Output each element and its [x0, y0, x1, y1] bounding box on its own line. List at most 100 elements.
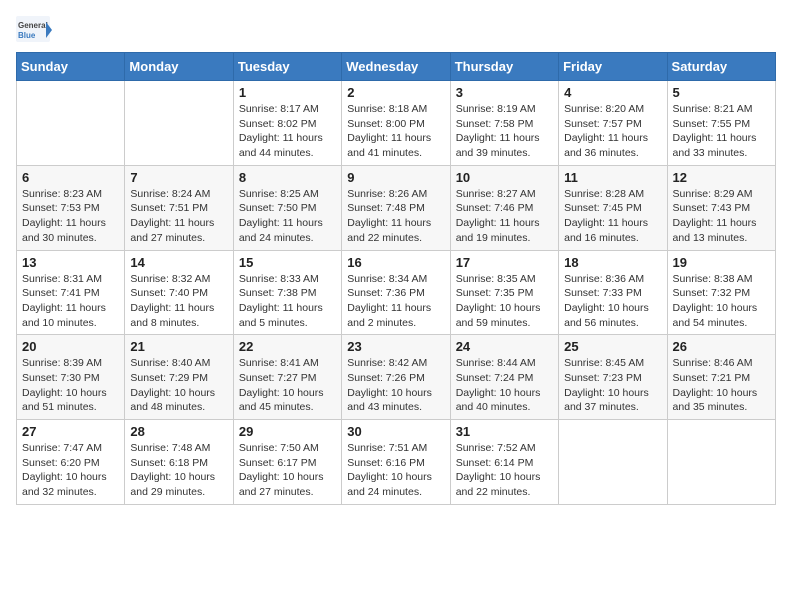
calendar-cell: 24Sunrise: 8:44 AM Sunset: 7:24 PM Dayli…	[450, 335, 558, 420]
day-info: Sunrise: 8:32 AM Sunset: 7:40 PM Dayligh…	[130, 272, 227, 331]
day-info: Sunrise: 8:19 AM Sunset: 7:58 PM Dayligh…	[456, 102, 553, 161]
day-number: 4	[564, 85, 661, 100]
day-header-monday: Monday	[125, 53, 233, 81]
calendar-cell: 6 Sunrise: 8:23 AM Sunset: 7:53 PM Daylig…	[17, 165, 125, 250]
calendar-cell: 27Sunrise: 7:47 AM Sunset: 6:20 PM Dayli…	[17, 420, 125, 505]
day-info: Sunrise: 7:51 AM Sunset: 6:16 PM Dayligh…	[347, 441, 444, 500]
day-number: 18	[564, 255, 661, 270]
day-info: Sunrise: 8:23 AM Sunset: 7:53 PM Dayligh…	[22, 187, 119, 246]
day-info: Sunrise: 8:36 AM Sunset: 7:33 PM Dayligh…	[564, 272, 661, 331]
calendar-cell: 3 Sunrise: 8:19 AM Sunset: 7:58 PM Daylig…	[450, 81, 558, 166]
calendar-cell: 9 Sunrise: 8:26 AM Sunset: 7:48 PM Daylig…	[342, 165, 450, 250]
day-info: Sunrise: 8:17 AM Sunset: 8:02 PM Dayligh…	[239, 102, 336, 161]
day-number: 2	[347, 85, 444, 100]
day-info: Sunrise: 8:27 AM Sunset: 7:46 PM Dayligh…	[456, 187, 553, 246]
days-header-row: SundayMondayTuesdayWednesdayThursdayFrid…	[17, 53, 776, 81]
day-number: 21	[130, 339, 227, 354]
week-row-1: 1 Sunrise: 8:17 AM Sunset: 8:02 PM Daylig…	[17, 81, 776, 166]
svg-text:Blue: Blue	[18, 31, 36, 40]
day-number: 31	[456, 424, 553, 439]
day-number: 8	[239, 170, 336, 185]
day-number: 12	[673, 170, 770, 185]
day-number: 5	[673, 85, 770, 100]
day-number: 6	[22, 170, 119, 185]
day-info: Sunrise: 8:33 AM Sunset: 7:38 PM Dayligh…	[239, 272, 336, 331]
calendar-cell: 16 Sunrise: 8:34 AM Sunset: 7:36 PM Dayli…	[342, 250, 450, 335]
day-number: 23	[347, 339, 444, 354]
day-info: Sunrise: 7:50 AM Sunset: 6:17 PM Dayligh…	[239, 441, 336, 500]
calendar-cell	[125, 81, 233, 166]
logo: General Blue	[16, 16, 52, 44]
day-info: Sunrise: 8:20 AM Sunset: 7:57 PM Dayligh…	[564, 102, 661, 161]
calendar-cell: 20 Sunrise: 8:39 AM Sunset: 7:30 PM Dayli…	[17, 335, 125, 420]
day-number: 24	[456, 339, 553, 354]
day-info: Sunrise: 8:41 AM Sunset: 7:27 PM Dayligh…	[239, 356, 336, 415]
calendar-cell: 7 Sunrise: 8:24 AM Sunset: 7:51 PM Daylig…	[125, 165, 233, 250]
day-info: Sunrise: 8:45 AM Sunset: 7:23 PM Dayligh…	[564, 356, 661, 415]
day-number: 26	[673, 339, 770, 354]
day-number: 11	[564, 170, 661, 185]
day-info: Sunrise: 8:24 AM Sunset: 7:51 PM Dayligh…	[130, 187, 227, 246]
calendar-cell: 23Sunrise: 8:42 AM Sunset: 7:26 PM Dayli…	[342, 335, 450, 420]
calendar-cell: 8 Sunrise: 8:25 AM Sunset: 7:50 PM Daylig…	[233, 165, 341, 250]
calendar-cell: 21 Sunrise: 8:40 AM Sunset: 7:29 PM Dayli…	[125, 335, 233, 420]
day-number: 3	[456, 85, 553, 100]
day-info: Sunrise: 8:31 AM Sunset: 7:41 PM Dayligh…	[22, 272, 119, 331]
day-info: Sunrise: 8:40 AM Sunset: 7:29 PM Dayligh…	[130, 356, 227, 415]
calendar-cell: 11Sunrise: 8:28 AM Sunset: 7:45 PM Dayli…	[559, 165, 667, 250]
calendar-cell	[17, 81, 125, 166]
week-row-4: 20 Sunrise: 8:39 AM Sunset: 7:30 PM Dayli…	[17, 335, 776, 420]
day-number: 30	[347, 424, 444, 439]
calendar-cell: 17Sunrise: 8:35 AM Sunset: 7:35 PM Dayli…	[450, 250, 558, 335]
day-info: Sunrise: 8:25 AM Sunset: 7:50 PM Dayligh…	[239, 187, 336, 246]
calendar-cell: 31Sunrise: 7:52 AM Sunset: 6:14 PM Dayli…	[450, 420, 558, 505]
calendar-cell: 26 Sunrise: 8:46 AM Sunset: 7:21 PM Dayli…	[667, 335, 775, 420]
day-number: 29	[239, 424, 336, 439]
day-header-friday: Friday	[559, 53, 667, 81]
week-row-3: 13 Sunrise: 8:31 AM Sunset: 7:41 PM Dayli…	[17, 250, 776, 335]
day-info: Sunrise: 8:26 AM Sunset: 7:48 PM Dayligh…	[347, 187, 444, 246]
calendar-cell: 29 Sunrise: 7:50 AM Sunset: 6:17 PM Dayli…	[233, 420, 341, 505]
calendar-table: SundayMondayTuesdayWednesdayThursdayFrid…	[16, 52, 776, 505]
calendar-cell: 12 Sunrise: 8:29 AM Sunset: 7:43 PM Dayli…	[667, 165, 775, 250]
day-number: 15	[239, 255, 336, 270]
day-header-wednesday: Wednesday	[342, 53, 450, 81]
day-info: Sunrise: 7:48 AM Sunset: 6:18 PM Dayligh…	[130, 441, 227, 500]
calendar-cell: 10 Sunrise: 8:27 AM Sunset: 7:46 PM Dayli…	[450, 165, 558, 250]
week-row-2: 6 Sunrise: 8:23 AM Sunset: 7:53 PM Daylig…	[17, 165, 776, 250]
day-number: 28	[130, 424, 227, 439]
day-number: 7	[130, 170, 227, 185]
calendar-cell: 30 Sunrise: 7:51 AM Sunset: 6:16 PM Dayli…	[342, 420, 450, 505]
day-number: 17	[456, 255, 553, 270]
calendar-cell: 22 Sunrise: 8:41 AM Sunset: 7:27 PM Dayli…	[233, 335, 341, 420]
calendar-cell: 1 Sunrise: 8:17 AM Sunset: 8:02 PM Daylig…	[233, 81, 341, 166]
calendar-cell: 18 Sunrise: 8:36 AM Sunset: 7:33 PM Dayli…	[559, 250, 667, 335]
day-number: 13	[22, 255, 119, 270]
day-info: Sunrise: 8:29 AM Sunset: 7:43 PM Dayligh…	[673, 187, 770, 246]
svg-text:General: General	[18, 21, 48, 30]
header: General Blue	[16, 16, 776, 44]
day-number: 16	[347, 255, 444, 270]
day-header-tuesday: Tuesday	[233, 53, 341, 81]
day-info: Sunrise: 8:34 AM Sunset: 7:36 PM Dayligh…	[347, 272, 444, 331]
calendar-cell: 13 Sunrise: 8:31 AM Sunset: 7:41 PM Dayli…	[17, 250, 125, 335]
calendar-cell: 14Sunrise: 8:32 AM Sunset: 7:40 PM Dayli…	[125, 250, 233, 335]
day-number: 10	[456, 170, 553, 185]
day-info: Sunrise: 8:39 AM Sunset: 7:30 PM Dayligh…	[22, 356, 119, 415]
day-number: 19	[673, 255, 770, 270]
calendar-cell: 19Sunrise: 8:38 AM Sunset: 7:32 PM Dayli…	[667, 250, 775, 335]
day-number: 22	[239, 339, 336, 354]
day-info: Sunrise: 8:21 AM Sunset: 7:55 PM Dayligh…	[673, 102, 770, 161]
day-info: Sunrise: 8:46 AM Sunset: 7:21 PM Dayligh…	[673, 356, 770, 415]
day-header-saturday: Saturday	[667, 53, 775, 81]
day-number: 20	[22, 339, 119, 354]
day-number: 25	[564, 339, 661, 354]
calendar-cell	[667, 420, 775, 505]
logo-icon: General Blue	[16, 16, 52, 44]
day-number: 9	[347, 170, 444, 185]
calendar-cell: 4 Sunrise: 8:20 AM Sunset: 7:57 PM Daylig…	[559, 81, 667, 166]
calendar-cell: 2Sunrise: 8:18 AM Sunset: 8:00 PM Daylig…	[342, 81, 450, 166]
day-number: 1	[239, 85, 336, 100]
day-header-thursday: Thursday	[450, 53, 558, 81]
day-info: Sunrise: 7:47 AM Sunset: 6:20 PM Dayligh…	[22, 441, 119, 500]
